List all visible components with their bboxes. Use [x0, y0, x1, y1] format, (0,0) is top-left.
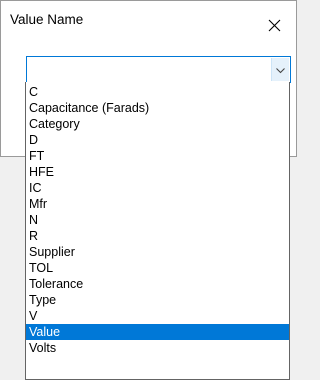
dropdown-option[interactable]: HFE	[26, 164, 289, 180]
value-name-combobox[interactable]	[26, 56, 291, 83]
dropdown-option[interactable]: Type	[26, 292, 289, 308]
close-button[interactable]	[252, 1, 296, 49]
dropdown-option[interactable]: Supplier	[26, 244, 289, 260]
dropdown-option[interactable]: R	[26, 228, 289, 244]
dropdown-option[interactable]: V	[26, 308, 289, 324]
dropdown-option[interactable]: IC	[26, 180, 289, 196]
dropdown-option[interactable]: Capacitance (Farads)	[26, 100, 289, 116]
dropdown-option[interactable]: Mfr	[26, 196, 289, 212]
value-name-dropdown-list[interactable]: C Capacitance (Farads) Category D FT HFE IC Mfr…	[25, 82, 290, 380]
combobox-dropdown-button[interactable]	[271, 58, 289, 81]
dropdown-option[interactable]: FT	[26, 148, 289, 164]
dropdown-option[interactable]: Category	[26, 116, 289, 132]
dropdown-option[interactable]: TOL	[26, 260, 289, 276]
close-icon	[268, 19, 281, 32]
dropdown-options: C Capacitance (Farads) Category D FT HFE IC Mfr…	[26, 82, 289, 356]
dropdown-option[interactable]: Tolerance	[26, 276, 289, 292]
dropdown-option[interactable]: D	[26, 132, 289, 148]
chevron-down-icon	[276, 61, 285, 79]
dialog-title: Value Name	[10, 12, 84, 27]
dropdown-option[interactable]: C	[26, 84, 289, 100]
dropdown-option[interactable]: Value	[26, 324, 289, 340]
dropdown-option[interactable]: Volts	[26, 340, 289, 356]
dropdown-option[interactable]: N	[26, 212, 289, 228]
